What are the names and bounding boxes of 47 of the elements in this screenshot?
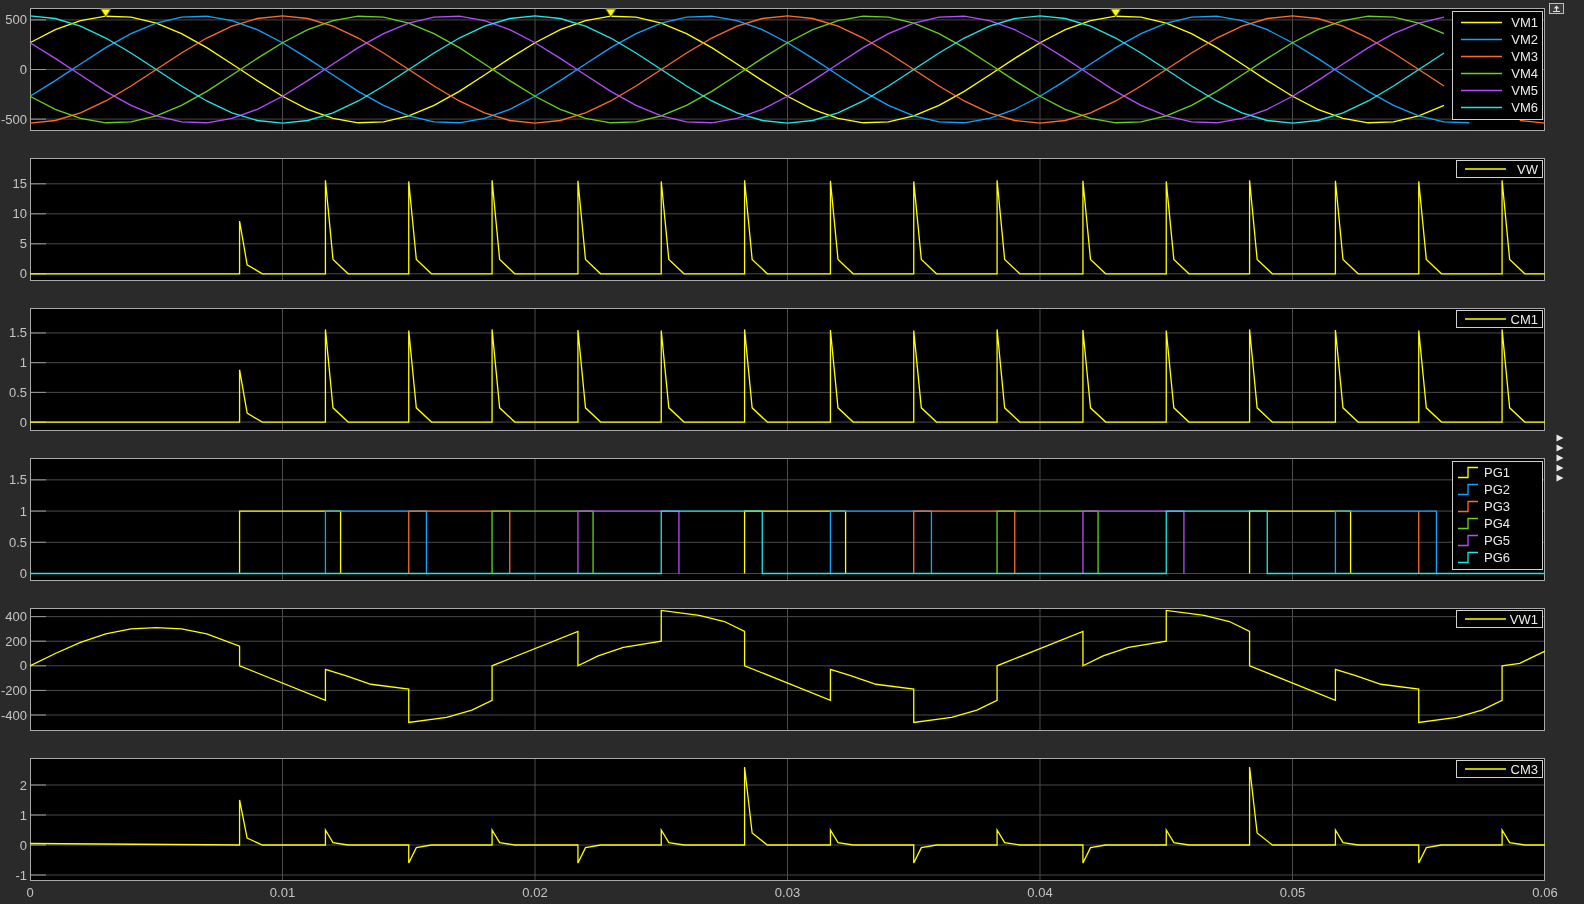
axis-tick-label: 500 [5,12,27,28]
legend-label: PG6 [1484,550,1510,565]
legend-label: PG1 [1484,465,1510,480]
axis-tick-label: 5 [19,236,27,252]
axis-tick-label: 200 [5,633,27,649]
axis-tick-label: 0.03 [774,885,801,900]
axis-tick-label: -400 [0,707,27,723]
axis-tick-label: 0.05 [1279,885,1306,900]
axis-tick-label: 1 [19,355,27,371]
legend-label: VM3 [1511,49,1538,64]
axis-tick-label: 1.5 [8,325,27,341]
axis-tick-label: 0.04 [1027,885,1053,900]
legend-label: VM4 [1511,66,1538,81]
legend-label: VW [1517,161,1538,177]
axis-tick-label: 2 [19,777,27,793]
axis-tick-label: 0 [19,566,27,581]
axis-tick-label: 0 [19,266,27,282]
axis-tick-label: 0.5 [8,534,27,550]
axis-tick-label: 0 [19,62,27,77]
axis-tick-label: 0.06 [1532,885,1558,900]
legend-label: CM1 [1510,311,1538,327]
axis-tick-label: 0 [26,885,34,900]
axis-tick-label: 10 [12,206,27,222]
legend-label: PG5 [1484,533,1510,548]
axis-tick-label: 400 [5,609,27,625]
axis-tick-label: 0.5 [8,384,27,400]
legend-label: VM6 [1511,100,1538,115]
legend-label: VM1 [1511,15,1538,30]
legend-label: PG2 [1484,482,1510,497]
legend-label: CM3 [1510,761,1538,777]
axis-tick-label: 0.01 [269,885,296,900]
axis-tick-label: 0 [19,414,27,430]
axis-tick-label: 1 [19,807,27,823]
axis-tick-label: 1.5 [8,472,27,488]
legend-label: PG3 [1484,499,1510,514]
axis-tick-label: 15 [12,176,27,192]
axis-tick-label: 0 [19,837,27,853]
legend-label: VW1 [1509,611,1538,627]
axis-tick-label: 0 [19,658,27,674]
axis-tick-label: -200 [0,682,27,698]
axis-tick-label: 1 [19,503,27,519]
axis-tick-label: -500 [0,111,27,127]
axis-tick-label: 0.02 [522,885,548,900]
legend-label: VM2 [1511,32,1538,47]
legend-label: VM5 [1511,83,1538,98]
axis-tick-label: -1 [15,867,27,883]
legend-label: PG4 [1484,516,1510,531]
